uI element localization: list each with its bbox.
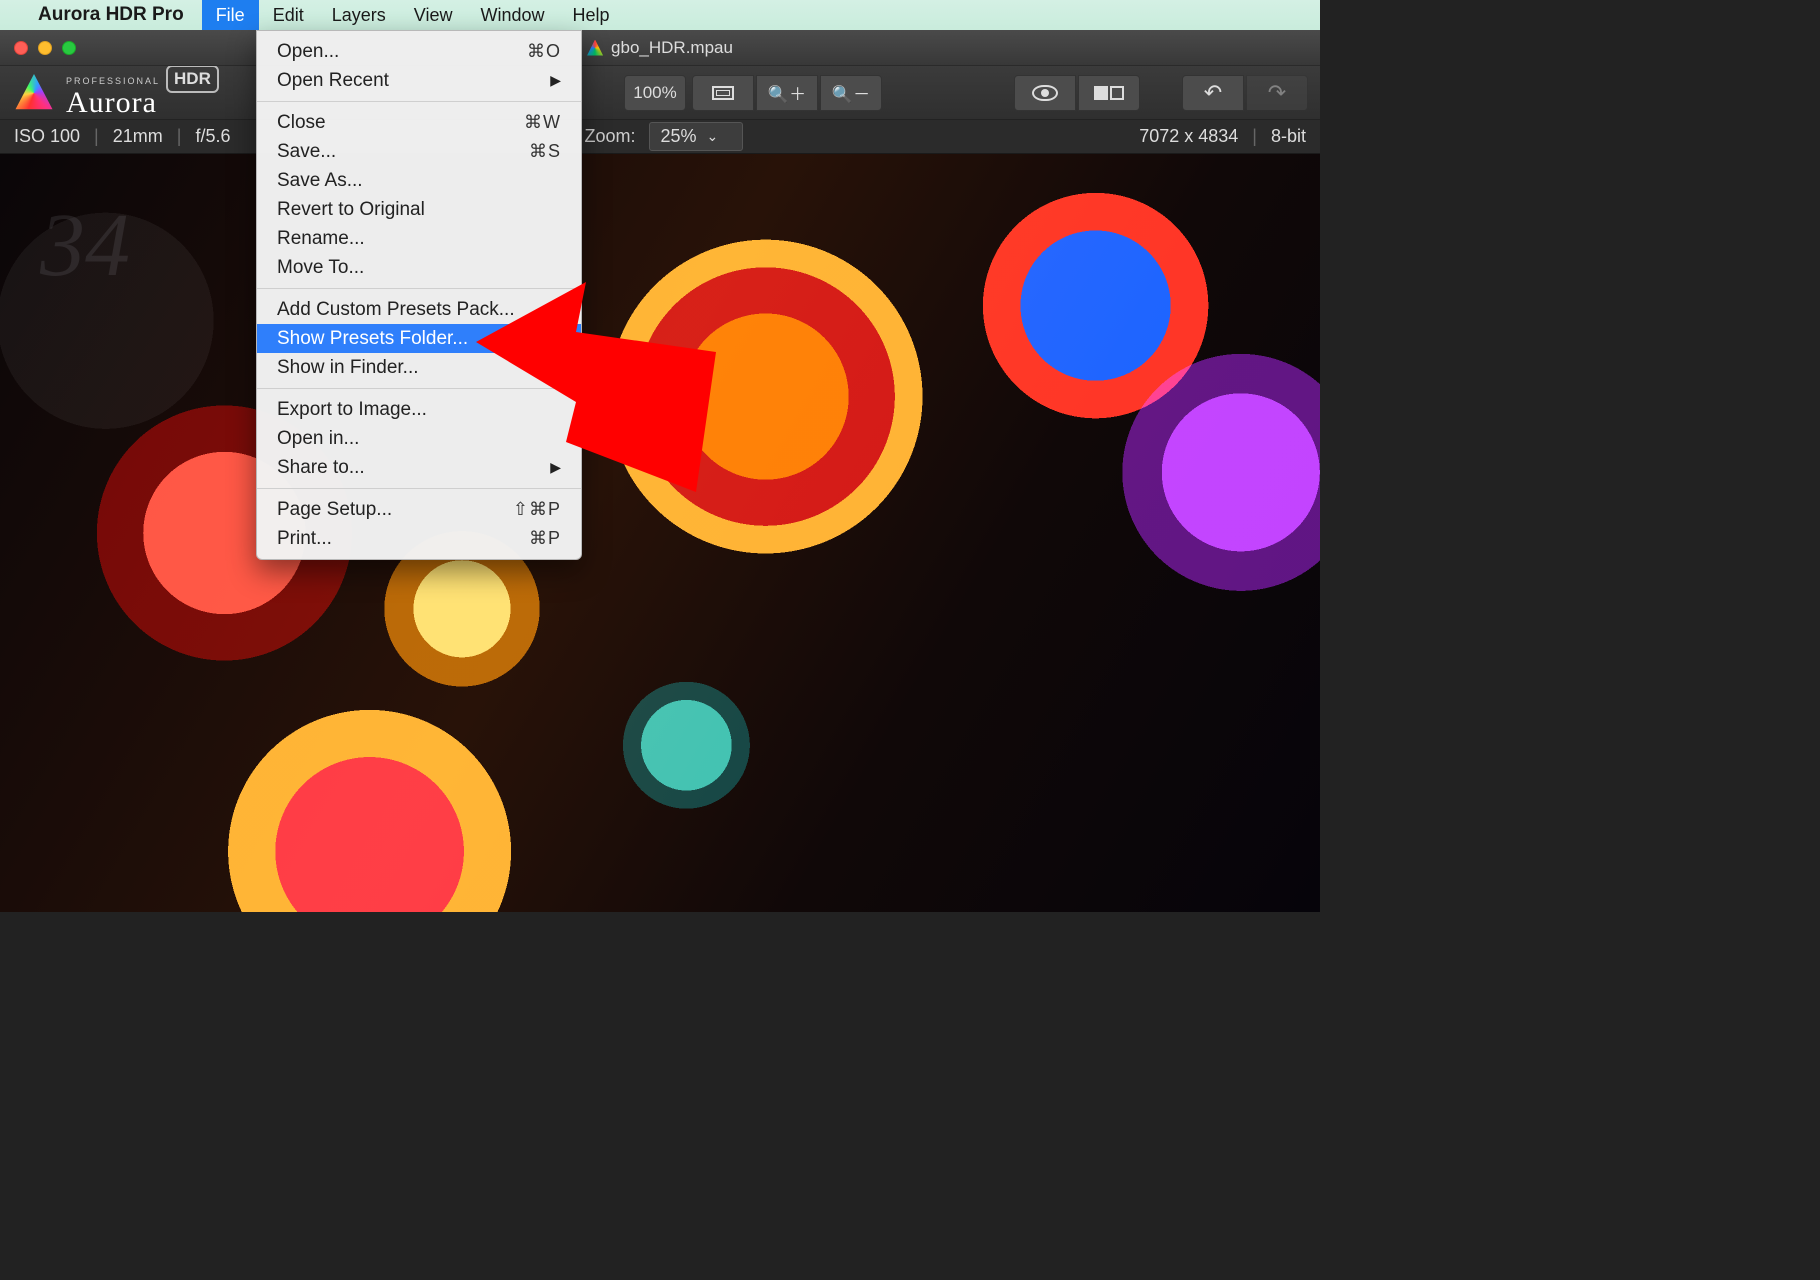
menu-item-label: Print... (277, 528, 332, 550)
document-icon (587, 40, 603, 56)
menu-item-print[interactable]: Print... ⌘P (257, 524, 581, 553)
app-logo: PROFESSIONAL Aurora HDR (12, 65, 219, 120)
zoom-out-button[interactable]: 🔍－ (820, 75, 882, 111)
close-button[interactable] (14, 41, 28, 55)
fit-screen-icon (712, 86, 734, 100)
menu-window[interactable]: Window (466, 0, 558, 30)
menu-separator (257, 488, 581, 489)
zoom-100-button[interactable]: 100% (624, 75, 686, 111)
menu-item-label: Show Presets Folder... (277, 328, 468, 350)
menu-separator (257, 101, 581, 102)
logo-professional: PROFESSIONAL (66, 76, 160, 86)
menu-item-open[interactable]: Open... ⌘O (257, 37, 581, 66)
mac-menubar: Aurora HDR Pro File Edit Layers View Win… (0, 0, 1320, 30)
logo-mark-icon (12, 71, 56, 115)
compare-icon (1094, 86, 1124, 100)
file-menu-dropdown: Open...⌘OOpen Recent▶Close⌘WSave...⌘SSav… (256, 30, 582, 560)
menu-item-label: Export to Image... (277, 399, 427, 421)
menu-view[interactable]: View (400, 0, 467, 30)
eye-icon (1032, 85, 1058, 101)
undo-button[interactable]: ↶ (1182, 75, 1244, 111)
compare-button[interactable] (1078, 75, 1140, 111)
menu-item-label: Move To... (277, 257, 364, 279)
history-group: ↶ ↷ (1182, 75, 1308, 111)
menu-item-save-as[interactable]: Save As... (257, 166, 581, 195)
document-name: gbo_HDR.mpau (611, 38, 733, 58)
menu-item-label: Add Custom Presets Pack... (277, 299, 515, 321)
menu-item-revert-to-original[interactable]: Revert to Original (257, 195, 581, 224)
logo-hdr-badge: HDR (166, 65, 219, 93)
app-window: gbo_HDR.mpau PROFESSIONAL Aurora HDR 100… (0, 30, 1320, 912)
document-title: gbo_HDR.mpau (587, 38, 733, 58)
menu-item-shortcut: ⇧⌘P (513, 499, 561, 520)
menu-item-shortcut: ⌘S (529, 141, 561, 162)
preview-group (1014, 75, 1140, 111)
zoom-100-label: 100% (633, 83, 676, 103)
info-focal: 21mm (113, 126, 163, 147)
maximize-button[interactable] (62, 41, 76, 55)
menu-item-label: Open Recent (277, 70, 389, 92)
menu-item-label: Show in Finder... (277, 357, 419, 379)
menu-item-label: Save As... (277, 170, 363, 192)
menu-item-open-in[interactable]: Open in... (257, 424, 581, 453)
menu-item-label: Save... (277, 141, 336, 163)
zoom-in-icon: 🔍＋ (768, 80, 806, 105)
main-toolbar: PROFESSIONAL Aurora HDR 100% 🔍＋ 🔍－ (0, 66, 1320, 120)
menu-item-export-to-image[interactable]: Export to Image... (257, 395, 581, 424)
menu-item-share-to[interactable]: Share to... ▶ (257, 453, 581, 482)
redo-icon: ↷ (1268, 80, 1286, 106)
info-bitdepth: 8-bit (1271, 126, 1306, 147)
info-bar: ISO 100 | 21mm | f/5.6 Zoom: 25% 7072 x … (0, 120, 1320, 154)
menu-item-move-to[interactable]: Move To... (257, 253, 581, 282)
submenu-arrow-icon: ▶ (550, 459, 561, 476)
menu-separator (257, 388, 581, 389)
zoom-select[interactable]: 25% (649, 122, 743, 151)
redo-button[interactable]: ↷ (1246, 75, 1308, 111)
menu-item-show-in-finder[interactable]: Show in Finder... (257, 353, 581, 382)
menu-item-shortcut: ⌘P (529, 528, 561, 549)
zoom-label: Zoom: (584, 126, 635, 147)
menu-item-close[interactable]: Close ⌘W (257, 108, 581, 137)
submenu-arrow-icon: ▶ (550, 72, 561, 89)
menu-separator (257, 288, 581, 289)
window-controls (0, 41, 76, 55)
watermark-number: 34 (40, 194, 130, 297)
minimize-button[interactable] (38, 41, 52, 55)
menu-item-label: Open... (277, 41, 339, 63)
menu-item-label: Close (277, 112, 326, 134)
titlebar: gbo_HDR.mpau (0, 30, 1320, 66)
info-aperture: f/5.6 (195, 126, 230, 147)
fit-zoom-group: 🔍＋ 🔍－ (692, 75, 882, 111)
menu-item-show-presets-folder[interactable]: Show Presets Folder... (257, 324, 581, 353)
menu-item-shortcut: ⌘W (524, 112, 561, 133)
menu-item-label: Share to... (277, 457, 365, 479)
menu-item-label: Revert to Original (277, 199, 425, 221)
zoom-value: 25% (660, 126, 696, 147)
zoom-out-icon: 🔍－ (832, 80, 870, 105)
menu-item-label: Rename... (277, 228, 365, 250)
info-iso: ISO 100 (14, 126, 80, 147)
menu-item-add-custom-presets-pack[interactable]: Add Custom Presets Pack... (257, 295, 581, 324)
menu-edit[interactable]: Edit (259, 0, 318, 30)
menu-item-shortcut: ⌘O (527, 41, 561, 62)
menu-item-label: Open in... (277, 428, 359, 450)
menu-item-page-setup[interactable]: Page Setup... ⇧⌘P (257, 495, 581, 524)
menu-item-open-recent[interactable]: Open Recent ▶ (257, 66, 581, 95)
menu-layers[interactable]: Layers (318, 0, 400, 30)
fit-screen-button[interactable] (692, 75, 754, 111)
preview-toggle-button[interactable] (1014, 75, 1076, 111)
menu-item-label: Page Setup... (277, 499, 392, 521)
menu-item-rename[interactable]: Rename... (257, 224, 581, 253)
menu-help[interactable]: Help (559, 0, 624, 30)
logo-name: Aurora (66, 86, 157, 120)
menu-item-save[interactable]: Save... ⌘S (257, 137, 581, 166)
menu-file[interactable]: File (202, 0, 259, 30)
zoom-in-button[interactable]: 🔍＋ (756, 75, 818, 111)
image-canvas[interactable]: 34 (0, 154, 1320, 912)
app-name[interactable]: Aurora HDR Pro (38, 4, 184, 26)
undo-icon: ↶ (1204, 80, 1222, 106)
info-dimensions: 7072 x 4834 (1139, 126, 1238, 147)
